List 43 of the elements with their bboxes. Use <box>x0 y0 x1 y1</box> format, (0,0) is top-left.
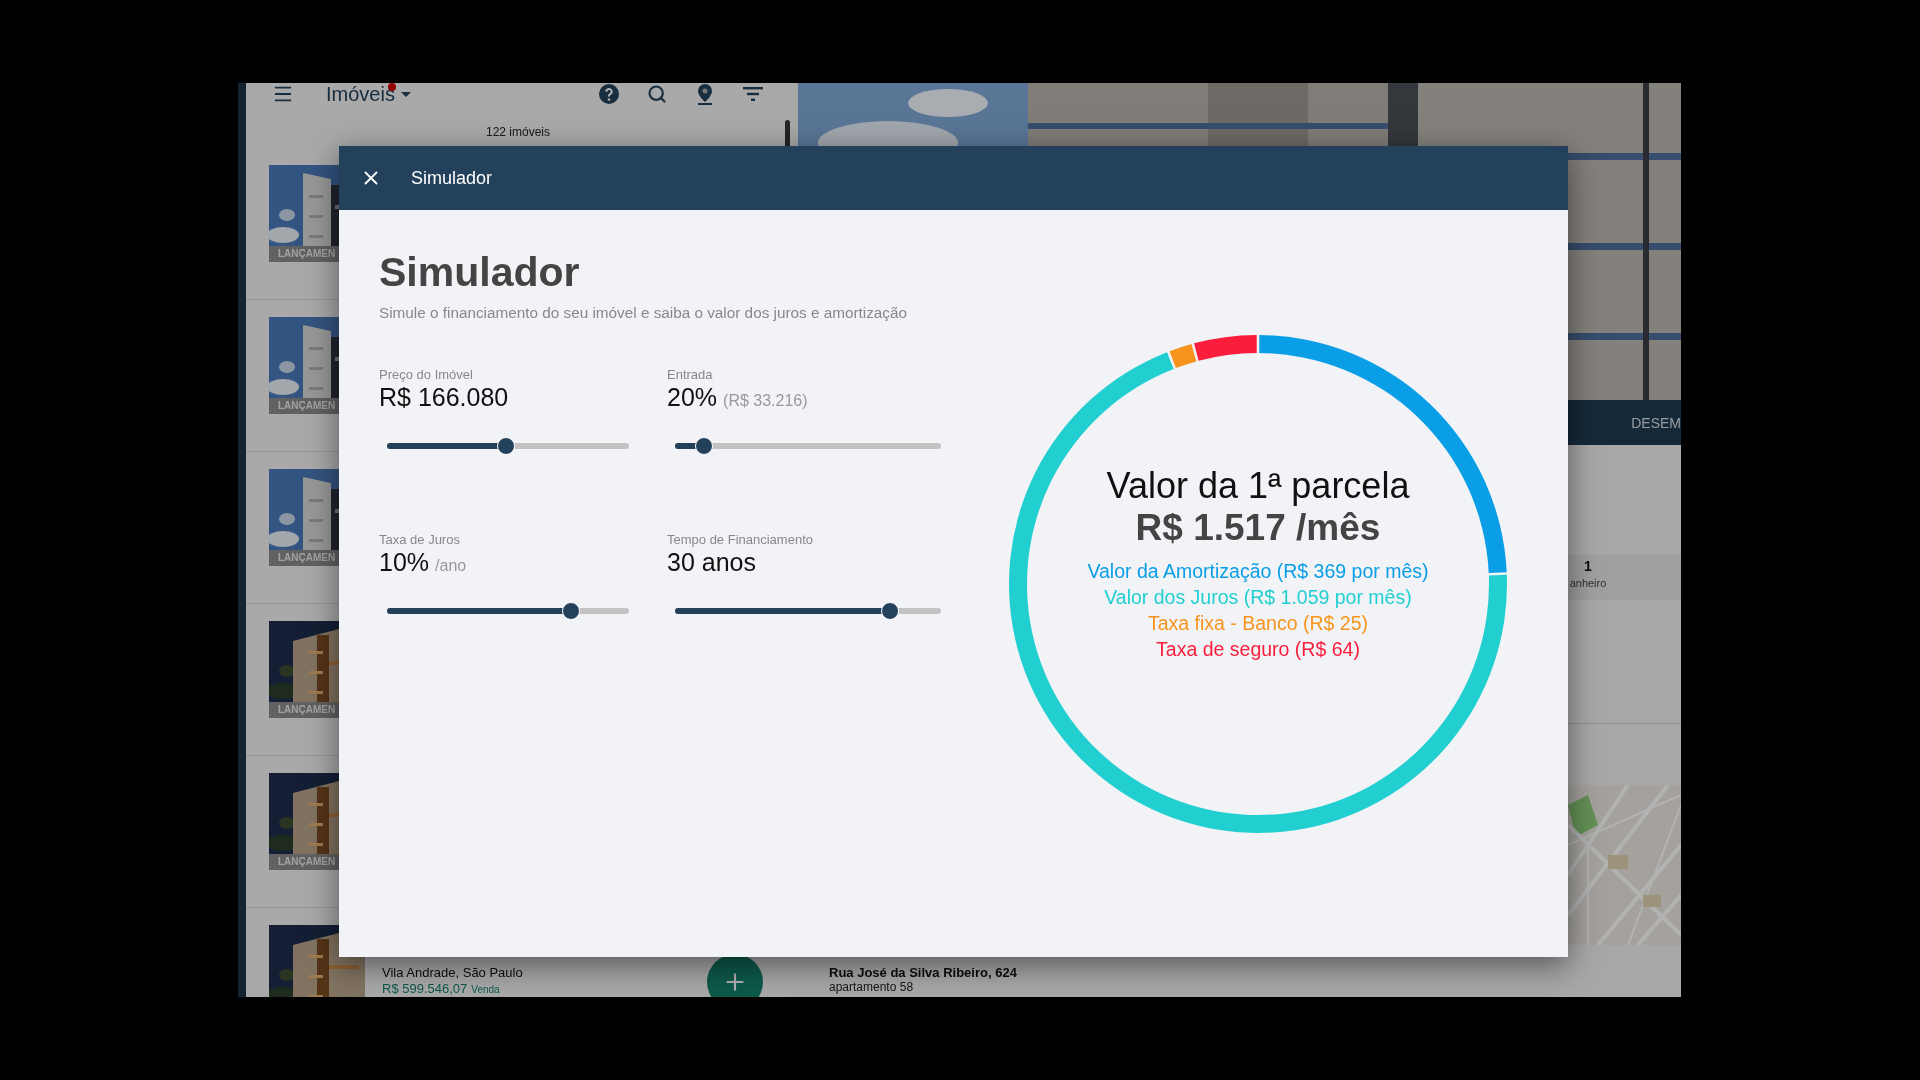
input-value: 10% <box>379 549 430 575</box>
detail-tab[interactable]: DESEM <box>1631 414 1681 431</box>
input-note: (R$ 33.216) <box>723 392 808 410</box>
category-dropdown[interactable]: Imóveis <box>326 83 411 106</box>
legend-text: Taxa de seguro (R$ 64) <box>1156 637 1360 662</box>
slider-thumb[interactable] <box>695 437 714 455</box>
search-icon[interactable] <box>647 84 667 104</box>
slider[interactable] <box>675 602 941 620</box>
input-value: 20% <box>667 384 718 410</box>
installment-title: Valor da 1ª parcela <box>1106 466 1410 506</box>
filter-icon[interactable] <box>743 87 763 101</box>
property-unit: apartamento 58 <box>829 980 915 994</box>
input-label: Tempo de Financiamento <box>667 533 814 547</box>
simulator-subtitle: Simule o financiamento do seu imóvel e saiba o valor dos juros e amortização <box>379 304 909 322</box>
listing-address: Vila Andrade, São Paulo <box>382 965 523 981</box>
help-icon[interactable] <box>599 84 619 104</box>
slider[interactable] <box>387 437 629 455</box>
input-note: /ano <box>435 557 467 575</box>
installment-amount: R$ 1.517 /mês <box>1135 506 1381 550</box>
input-label: Preço do Imóvel <box>379 368 474 382</box>
location-pin-icon[interactable] <box>697 83 713 105</box>
legend-text: Taxa fixa - Banco (R$ 25) <box>1148 611 1368 636</box>
listing-price: R$ 599.546,07 Venda <box>382 981 501 997</box>
slider-thumb[interactable] <box>881 602 900 620</box>
input-value: 30 anos <box>667 549 756 575</box>
scrollbar[interactable] <box>785 120 790 148</box>
feature-label: anheiro <box>1569 577 1607 589</box>
slider[interactable] <box>387 602 629 620</box>
input-label: Entrada <box>667 368 714 382</box>
property-address: Rua José da Silva Ribeiro, 624 <box>829 965 1018 980</box>
slider-thumb[interactable] <box>561 602 580 620</box>
caret-icon <box>400 91 411 97</box>
feature-value: 1 <box>1584 558 1592 574</box>
legend-text: Valor dos Juros (R$ 1.059 por mês) <box>1104 585 1412 610</box>
legend-text: Valor da Amortização (R$ 369 por mês) <box>1087 559 1429 584</box>
slider-thumb[interactable] <box>496 437 515 455</box>
dialog-title: Simulador <box>411 167 493 189</box>
input-value: R$ 166.080 <box>379 384 509 410</box>
results-count: 122 imóveis <box>485 125 551 139</box>
simulator-heading: Simulador <box>379 248 581 296</box>
slider[interactable] <box>675 437 941 455</box>
input-label: Taxa de Juros <box>379 533 461 547</box>
add-button[interactable] <box>707 954 763 997</box>
